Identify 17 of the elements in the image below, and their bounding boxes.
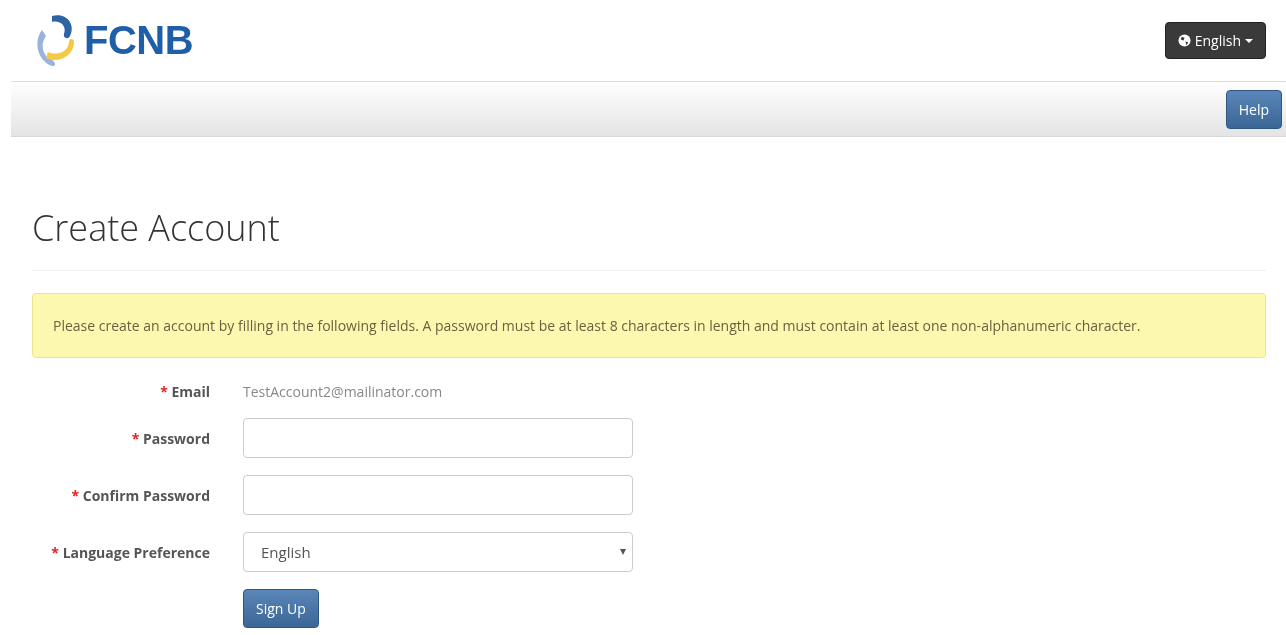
password-field[interactable] — [243, 475, 633, 515]
field-label: * Confirm Password — [70, 485, 210, 505]
language-select[interactable]: English — [243, 532, 633, 572]
info-alert: Please create an account by filling in the following fields. A password must be at least 8 characters in length and must contain at least one non-alphanumeric character. — [32, 293, 1266, 358]
email-value: TestAccount2@mailinator.com — [243, 382, 444, 401]
password-field[interactable] — [243, 418, 633, 458]
caret-icon — [620, 549, 626, 555]
language-button[interactable]: English — [1164, 22, 1266, 59]
page-title: Create Account — [32, 203, 1266, 271]
logo-text: FCNB — [84, 18, 194, 63]
field-label: * Language Preference — [50, 542, 210, 562]
sign-up-button[interactable]: Sign Up — [243, 589, 319, 628]
caret-icon — [1245, 38, 1253, 43]
field-label: * Email — [159, 382, 210, 401]
globe-icon — [1177, 34, 1191, 47]
help-button[interactable]: Help — [1225, 89, 1282, 129]
field-label: * Password — [130, 428, 210, 448]
